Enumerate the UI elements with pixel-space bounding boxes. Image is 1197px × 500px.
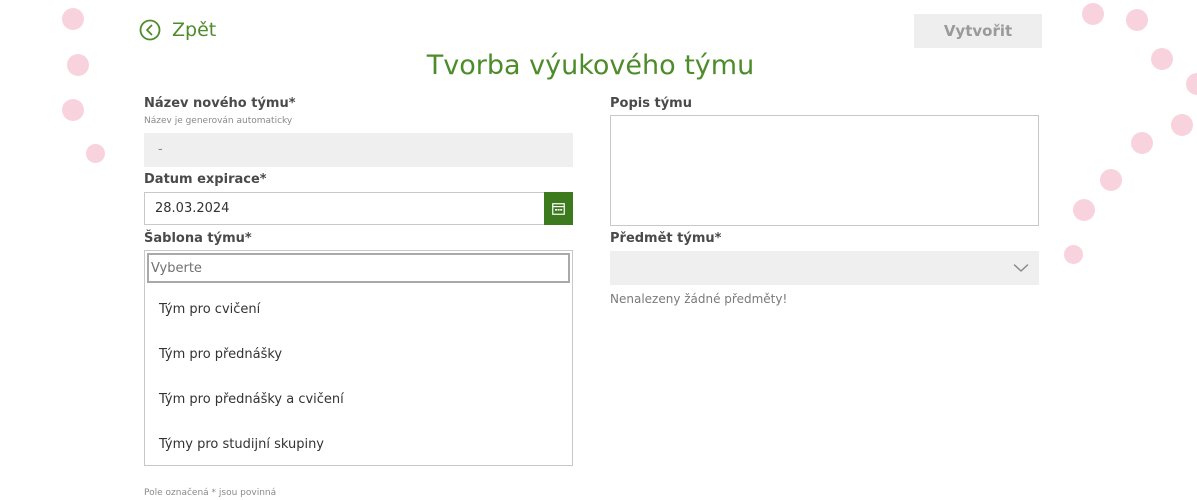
page: Zpět Vytvořit Tvorba výukového týmu Náze… <box>0 0 1197 500</box>
back-label: Zpět <box>172 19 217 41</box>
decor-dot <box>62 8 84 30</box>
expiration-date-input[interactable]: 28.03.2024 <box>144 192 544 225</box>
team-name-field: - <box>144 133 573 167</box>
decor-dot <box>1100 169 1122 191</box>
chevron-down-icon <box>1013 264 1029 272</box>
template-option[interactable]: Tým pro přednášky <box>159 347 282 362</box>
calendar-icon <box>552 202 565 215</box>
team-name-hint: Název je generován automaticky <box>144 116 293 126</box>
decor-dot <box>1082 3 1104 25</box>
required-fields-note: Pole označená * jsou povinná <box>144 488 277 498</box>
decor-dot <box>1171 114 1193 136</box>
template-option[interactable]: Tým pro cvičení <box>159 302 260 317</box>
back-link[interactable]: Zpět <box>139 19 216 41</box>
subject-label: Předmět týmu* <box>610 231 722 246</box>
template-dropdown: Tým pro cvičení Tým pro přednášky Tým pr… <box>144 250 573 466</box>
subject-empty-message: Nenalezeny žádné předměty! <box>610 292 788 306</box>
team-name-label: Název nového týmu* <box>144 96 296 111</box>
decor-dot <box>1126 9 1148 31</box>
description-label: Popis týmu <box>610 96 692 111</box>
create-button[interactable]: Vytvořit <box>914 14 1042 48</box>
template-option[interactable]: Tým pro přednášky a cvičení <box>159 392 344 407</box>
decor-dot <box>1064 245 1083 264</box>
decor-dot <box>1073 199 1095 221</box>
subject-select[interactable] <box>610 251 1039 285</box>
template-search-input[interactable] <box>147 253 570 283</box>
decor-dot <box>1186 73 1197 95</box>
template-label: Šablona týmu* <box>144 231 252 246</box>
decor-dot <box>1131 132 1153 154</box>
page-title: Tvorba výukového týmu <box>426 50 755 81</box>
expiration-label: Datum expirace* <box>144 172 267 187</box>
circle-arrow-left-icon <box>139 19 161 41</box>
template-option[interactable]: Týmy pro studijní skupiny <box>159 437 324 452</box>
calendar-button[interactable] <box>544 192 573 225</box>
decor-dot <box>62 99 84 121</box>
decor-dot <box>86 144 105 163</box>
description-textarea[interactable] <box>610 115 1039 226</box>
